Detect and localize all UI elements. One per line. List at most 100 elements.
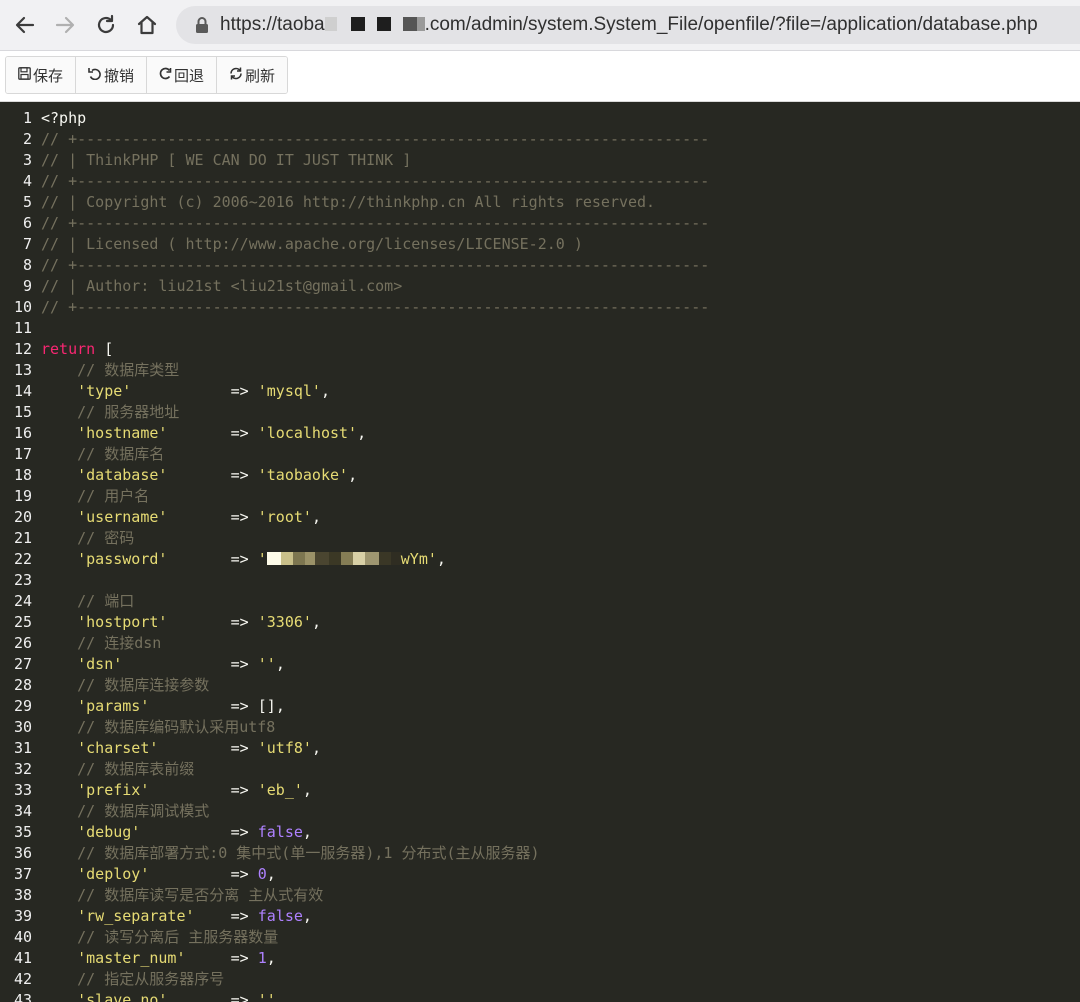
code-text: // 数据库类型 [41, 360, 179, 381]
assign-arrow: => [158, 739, 258, 757]
code-editor[interactable]: 1 <?php 2 // +-----------------------------… [0, 108, 1080, 1002]
code-line: 1 <?php [0, 108, 1080, 129]
refresh-button[interactable]: 刷新 [217, 57, 288, 93]
browser-chrome: https://taoba .com/admin/system.System_Fi… [0, 0, 1080, 51]
code-line: 18 'database' => 'taobaoke', [0, 465, 1080, 486]
line-number: 26 [13, 634, 32, 652]
code-text: // | Licensed ( http://www.apache.org/li… [41, 234, 583, 255]
assign-arrow: => [185, 949, 258, 967]
code-comment: // +------------------------------------… [41, 214, 710, 232]
code-line: 29 'params' => [], [0, 696, 1080, 717]
code-punctuation: , [311, 739, 321, 757]
code-text: 'slave_no' => '', [41, 990, 285, 1002]
line-number: 10 [13, 298, 32, 316]
code-line: 16 'hostname' => 'localhost', [0, 423, 1080, 444]
config-key: 'rw_separate' [77, 907, 195, 925]
code-line: 17 // 数据库名 [0, 444, 1080, 465]
config-key: 'charset' [77, 739, 159, 757]
line-number: 17 [13, 445, 32, 463]
code-punctuation: , [275, 655, 285, 673]
assign-arrow: => [167, 424, 258, 442]
code-punctuation: , [302, 781, 312, 799]
code-comment: // 服务器地址 [41, 403, 180, 421]
code-text: 'dsn' => '', [41, 654, 285, 675]
config-value: '' [257, 991, 276, 1002]
code-comment: // 连接dsn [41, 634, 162, 652]
code-line: 13 // 数据库类型 [0, 360, 1080, 381]
line-number: 19 [13, 487, 32, 505]
redo-button[interactable]: 回退 [147, 57, 218, 93]
code-line: 14 'type' => 'mysql', [0, 381, 1080, 402]
address-bar[interactable]: https://taoba .com/admin/system.System_Fi… [176, 6, 1080, 44]
save-label: 保存 [33, 66, 64, 85]
reload-icon [97, 14, 115, 34]
assign-arrow: => [167, 613, 258, 631]
config-value: 'utf8' [257, 739, 312, 757]
config-key: 'master_num' [77, 949, 186, 967]
code-comment: // 读写分离后 主服务器数量 [41, 928, 279, 946]
assign-arrow: => [167, 550, 258, 568]
line-number: 30 [13, 718, 32, 736]
undo-label: 撤销 [104, 66, 135, 85]
code-line: 5 // | Copyright (c) 2006~2016 http://thi… [0, 192, 1080, 213]
line-number: 32 [13, 760, 32, 778]
code-comment: // | Author: liu21st <liu21st@gmail.com> [41, 277, 403, 295]
line-number: 37 [13, 865, 32, 883]
code-text: // | ThinkPHP [ WE CAN DO IT JUST THINK … [41, 150, 411, 171]
redo-icon [159, 67, 172, 84]
code-punctuation: , [311, 613, 321, 631]
code-text: // 数据库表前缀 [41, 759, 194, 780]
config-value: 'taobaoke' [257, 466, 349, 484]
redo-label: 回退 [174, 66, 205, 85]
code-comment: // 端口 [41, 592, 135, 610]
code-punctuation: , [311, 508, 321, 526]
code-comment: // | ThinkPHP [ WE CAN DO IT JUST THINK … [41, 151, 412, 169]
line-number: 29 [13, 697, 32, 715]
toolbar-button-group: 保存 撤销 回退 刷新 [5, 56, 289, 94]
code-line: 36 // 数据库部署方式:0 集中式(单一服务器),1 分布式(主从服务器) [0, 843, 1080, 864]
code-line: 25 'hostport' => '3306', [0, 612, 1080, 633]
line-number: 24 [13, 592, 32, 610]
password-redacted [266, 550, 401, 568]
arrow-left-icon [15, 16, 35, 34]
undo-button[interactable]: 撤销 [76, 57, 148, 93]
code-text: // 用户名 [41, 486, 149, 507]
back-button[interactable] [8, 8, 42, 42]
forward-button[interactable] [48, 8, 82, 42]
code-text: 'params' => [], [41, 696, 285, 717]
reload-button[interactable] [89, 8, 123, 42]
code-comment: // +------------------------------------… [41, 172, 710, 190]
code-line: 24 // 端口 [0, 591, 1080, 612]
save-button[interactable]: 保存 [6, 57, 77, 93]
code-text: 'master_num' => 1, [41, 948, 276, 969]
code-line: 37 'deploy' => 0, [0, 864, 1080, 885]
code-line: 27 'dsn' => '', [0, 654, 1080, 675]
code-comment: // | Licensed ( http://www.apache.org/li… [41, 235, 583, 253]
assign-arrow: => [140, 823, 258, 841]
password-value-start: ' [257, 550, 267, 568]
code-comment: // 数据库表前缀 [41, 760, 195, 778]
refresh-icon [229, 67, 243, 84]
home-button[interactable] [130, 8, 164, 42]
php-open-tag: <?php [41, 109, 87, 127]
code-line: 6 // +-----------------------------------… [0, 213, 1080, 234]
code-punctuation: , [302, 823, 312, 841]
code-text: // 密码 [41, 528, 134, 549]
line-number: 7 [22, 235, 32, 253]
line-number: 9 [22, 277, 32, 295]
code-line: 38 // 数据库读写是否分离 主从式有效 [0, 885, 1080, 906]
assign-arrow: => [167, 466, 258, 484]
code-punctuation: , [436, 550, 446, 568]
line-number: 15 [13, 403, 32, 421]
code-line: 19 // 用户名 [0, 486, 1080, 507]
code-line: 26 // 连接dsn [0, 633, 1080, 654]
